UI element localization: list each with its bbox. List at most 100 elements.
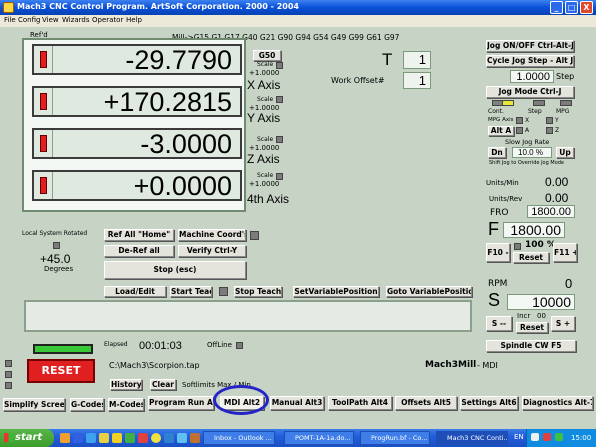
dro-y-value[interactable]: +170.2815	[104, 88, 232, 116]
start-label: start	[15, 432, 43, 443]
history-button[interactable]: History	[110, 379, 142, 390]
taskbar-item-outlook[interactable]: Inbox - Outlook ...	[203, 431, 275, 445]
minimize-button[interactable]: _	[550, 1, 563, 14]
feed-minus-button[interactable]: F10 -	[486, 243, 510, 262]
jog-step-value[interactable]: 1.0000	[510, 70, 554, 83]
ref-led-4th[interactable]	[40, 177, 47, 194]
spindle-plus-button[interactable]: S +	[551, 316, 575, 331]
tab-diagnostics[interactable]: Diagnostics Alt-7	[522, 396, 593, 410]
reset-button[interactable]: RESET	[27, 359, 95, 383]
rpm-label: RPM	[488, 279, 508, 289]
menu-help[interactable]: Help	[126, 16, 142, 24]
menu-file[interactable]: File	[4, 16, 16, 24]
quicklaunch-icon-1[interactable]	[60, 433, 70, 443]
clock: 15:00	[571, 434, 592, 442]
quicklaunch-icon-5[interactable]	[112, 433, 122, 443]
tab-offsets[interactable]: Offsets Alt5	[395, 396, 457, 410]
quicklaunch-icon-4[interactable]	[99, 433, 109, 443]
dro-x-value[interactable]: -29.7790	[125, 46, 232, 74]
close-button[interactable]: X	[580, 1, 593, 14]
rotation-degrees-value[interactable]: +45.0	[40, 252, 70, 266]
quicklaunch-icon-3[interactable]	[86, 433, 96, 443]
tab-m-codes[interactable]: M-Codes	[108, 398, 144, 411]
ref-led-x[interactable]	[40, 51, 47, 68]
load-edit-button[interactable]: Load/Edit	[104, 286, 166, 297]
maximize-button[interactable]: □	[565, 1, 578, 14]
jog-rate-value[interactable]: 10.0 %	[512, 147, 552, 158]
units-min-value: 0.00	[545, 175, 569, 189]
start-button[interactable]: start	[0, 429, 54, 447]
dro-z-value[interactable]: -3.0000	[140, 130, 232, 158]
dro-row-y: +170.2815	[32, 86, 242, 117]
tab-manual[interactable]: Manual Alt3	[270, 396, 324, 410]
taskbar-item-mach3[interactable]: Mach3 CNC Conti...	[436, 431, 508, 445]
machine-coords-button[interactable]: Machine Coord's	[178, 229, 246, 241]
tool-number[interactable]: 1	[403, 51, 431, 69]
window-titlebar[interactable]: Mach3 CNC Control Program. ArtSoft Corpo…	[0, 0, 596, 15]
set-variable-position-button[interactable]: SetVariablePosition	[293, 286, 379, 297]
language-indicator[interactable]: EN	[514, 433, 524, 441]
tray-icon-2[interactable]	[543, 433, 551, 441]
menu-config[interactable]: Config	[18, 16, 40, 24]
dro-4th-value[interactable]: +0.0000	[134, 172, 232, 200]
shift-jog-note: Shift Jog to Override Jog Mode	[489, 160, 565, 166]
feed-reset-button[interactable]: Reset	[513, 252, 549, 263]
degrees-label: Degrees	[44, 265, 74, 273]
rpm-value: 0	[565, 276, 573, 291]
stop-teach-button[interactable]: Stop Teach	[234, 286, 282, 297]
ref-led-z[interactable]	[40, 135, 47, 152]
scale-value-z: +1.0000	[249, 144, 280, 152]
system-tray: 15:00	[526, 429, 596, 447]
deref-all-button[interactable]: De-Ref all	[104, 245, 174, 257]
quicklaunch-icon-6[interactable]	[125, 433, 135, 443]
tab-program-run[interactable]: Program Run Alt-1	[148, 396, 214, 410]
goto-variable-position-button[interactable]: Goto VariablePosition	[386, 286, 472, 297]
jog-rate-down-button[interactable]: Dn	[488, 147, 506, 158]
feed-plus-button[interactable]: F11 +	[553, 243, 577, 262]
menu-wizards[interactable]: Wizards	[62, 16, 90, 24]
taskbar-item-document[interactable]: POMT-1A-1a.do...	[284, 431, 354, 445]
quicklaunch-icon-9[interactable]	[164, 433, 174, 443]
jog-mode-button[interactable]: Jog Mode Ctrl-J	[486, 86, 574, 98]
dro-row-4th: +0.0000	[32, 170, 242, 201]
fro-value[interactable]: 1800.00	[527, 205, 575, 218]
g50-button[interactable]: G50	[253, 50, 281, 61]
ref-all-home-button[interactable]: Ref All "Home"	[104, 229, 174, 241]
offline-led[interactable]	[236, 342, 243, 349]
taskbar-item-progrun[interactable]: ProgRun.bf - Co...	[360, 431, 430, 445]
spindle-reset-button[interactable]: Reset	[516, 322, 548, 333]
verify-button[interactable]: Verify Ctrl-Y	[178, 245, 246, 257]
clear-button[interactable]: Clear	[150, 379, 176, 390]
jog-onoff-button[interactable]: Jog ON/OFF Ctrl-Alt-J	[486, 40, 574, 52]
start-teach-button[interactable]: Start Teach	[170, 286, 212, 297]
ref-led-y[interactable]	[40, 93, 47, 110]
quicklaunch-icon-11[interactable]	[190, 433, 200, 443]
axis-label-4th: 4th Axis	[247, 192, 290, 206]
quicklaunch-icon-10[interactable]	[177, 433, 187, 443]
quicklaunch-icon-8[interactable]	[151, 433, 161, 443]
jog-rate-up-button[interactable]: Up	[556, 147, 574, 158]
mdi-highlight-circle	[213, 385, 269, 415]
quicklaunch-icon-7[interactable]	[138, 433, 148, 443]
tab-settings[interactable]: Settings Alt6	[460, 396, 518, 410]
stop-button[interactable]: Stop (esc)	[104, 261, 246, 279]
spindle-minus-button[interactable]: S --	[486, 316, 512, 331]
spindle-cw-button[interactable]: Spindle CW F5	[486, 340, 576, 352]
tab-toolpath[interactable]: ToolPath Alt4	[328, 396, 392, 410]
menu-operator[interactable]: Operator	[92, 16, 123, 24]
tray-icon-3[interactable]	[555, 433, 563, 441]
spindle-speed-value[interactable]: 10000	[507, 294, 575, 310]
tab-simplify-screen[interactable]: Simplify Screen	[3, 398, 65, 411]
tray-icon-1[interactable]	[531, 433, 539, 441]
mdi-input[interactable]	[24, 300, 472, 332]
quicklaunch-icon-2[interactable]	[73, 433, 83, 443]
menu-view[interactable]: View	[42, 16, 59, 24]
alt-a-button[interactable]: Alt A	[488, 126, 514, 136]
rotated-led	[53, 242, 60, 249]
tab-g-codes[interactable]: G-Codes	[70, 398, 104, 411]
feed-value[interactable]: 1800.00	[503, 222, 565, 238]
work-offset-number[interactable]: 1	[403, 72, 431, 89]
spindle-incr-label: Incr	[517, 312, 531, 320]
cycle-jog-step-button[interactable]: Cycle Jog Step - Alt J	[486, 55, 574, 67]
status-led-2	[5, 371, 12, 378]
